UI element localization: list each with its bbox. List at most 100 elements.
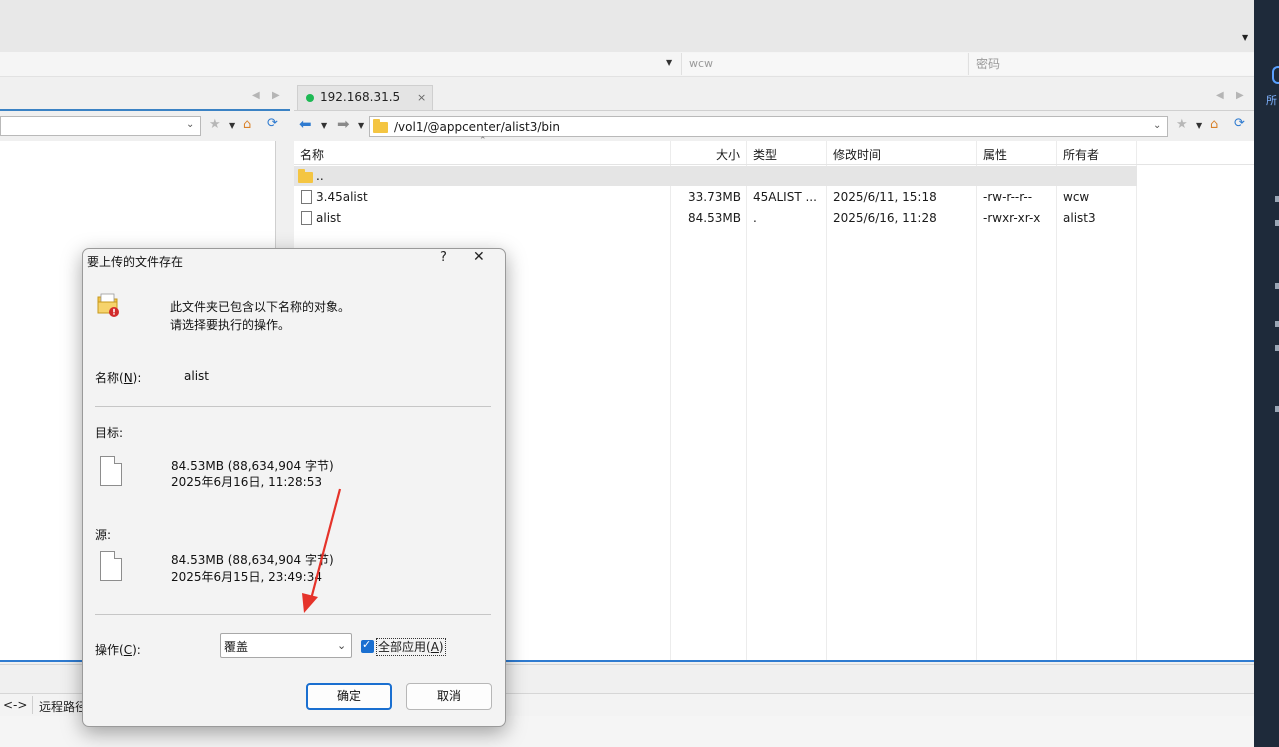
folder-icon: [298, 169, 313, 183]
apply-all-label-suffix: ): [438, 640, 444, 654]
name-label-suffix: ):: [132, 371, 142, 385]
home-icon[interactable]: ⌂: [243, 117, 251, 132]
action-label-suffix: ):: [132, 643, 141, 657]
file-icon: [301, 211, 312, 225]
source-label: 源:: [95, 528, 112, 542]
name-value: alist: [184, 369, 209, 383]
file-name: 3.45alist: [316, 190, 368, 204]
parent-directory-row[interactable]: [294, 166, 1137, 186]
column-header-type[interactable]: 类型: [753, 146, 777, 163]
name-label-prefix: 名称(: [95, 371, 124, 385]
checkmark-icon: ✓: [362, 638, 372, 651]
dialog-title: 要上传的文件存在: [87, 255, 184, 269]
host-dropdown-arrow-icon[interactable]: ▼: [666, 58, 672, 67]
target-file-icon: [100, 456, 122, 486]
refresh-icon[interactable]: ⟳: [267, 116, 278, 131]
password-field[interactable]: 密码: [968, 53, 1254, 75]
back-dropdown-icon[interactable]: ▼: [321, 121, 327, 130]
remote-path-dropdown-icon[interactable]: ⌄: [1153, 120, 1161, 131]
tab-scroll-left-icon[interactable]: ◀: [1216, 90, 1224, 101]
local-path-input[interactable]: [0, 116, 201, 136]
bookmark-star-icon[interactable]: ★: [1176, 117, 1188, 132]
toolbar-area: [0, 0, 1254, 52]
direction-column-header[interactable]: <->: [3, 698, 27, 712]
folder-icon: [373, 119, 388, 133]
side-app-strip: 所: [1254, 0, 1279, 747]
source-file-icon: [100, 551, 122, 581]
action-label: 操作(C):: [95, 641, 141, 658]
column-header-attributes[interactable]: 属性: [983, 146, 1007, 163]
apply-all-label-prefix: 全部应用(: [378, 640, 431, 654]
file-size: 33.73MB: [688, 190, 741, 204]
tab-close-icon[interactable]: ×: [417, 91, 426, 104]
folder-warning-icon: [97, 293, 119, 317]
side-marker-icon: [1275, 406, 1279, 412]
column-header-modified[interactable]: 修改时间: [833, 146, 881, 163]
column-header-size[interactable]: 大小: [716, 146, 740, 163]
file-name: alist: [316, 211, 341, 225]
tab-scroll-left-icon[interactable]: ◀: [252, 90, 260, 101]
name-label: 名称(N):: [95, 369, 141, 386]
remote-tab-underline: [294, 110, 1254, 111]
remote-path-text: /vol1/@appcenter/alist3/bin: [394, 120, 560, 134]
side-marker-icon: [1275, 196, 1279, 202]
ok-button[interactable]: 确定: [306, 683, 392, 710]
forward-dropdown-icon[interactable]: ▼: [358, 121, 364, 130]
tab-remote-session-label: 192.168.31.5: [320, 90, 401, 104]
file-attributes: -rw-r--r--: [983, 190, 1033, 204]
file-owner: alist3: [1063, 211, 1096, 225]
remote-path-column-header[interactable]: 远程路径: [39, 698, 87, 715]
action-label-key: C: [123, 643, 133, 657]
tab-scroll-right-icon[interactable]: ▶: [272, 90, 280, 101]
annotation-arrow-icon: [302, 488, 342, 613]
username-field[interactable]: wcw: [681, 53, 967, 75]
side-marker-icon: [1275, 345, 1279, 351]
dialog-close-icon[interactable]: ✕: [473, 249, 485, 265]
refresh-icon[interactable]: ⟳: [1234, 116, 1245, 131]
file-attributes: -rwxr-xr-x: [983, 211, 1041, 225]
file-size: 84.53MB: [688, 211, 741, 225]
bookmark-star-icon[interactable]: ★: [209, 117, 221, 132]
side-marker-icon: [1275, 220, 1279, 226]
side-marker-icon: [1275, 283, 1279, 289]
tab-scroll-right-icon[interactable]: ▶: [1236, 90, 1244, 101]
side-app-label[interactable]: 所: [1266, 92, 1277, 108]
help-button[interactable]: ?: [440, 250, 447, 265]
bookmark-dropdown-icon[interactable]: ▼: [229, 121, 235, 130]
target-label: 目标:: [95, 426, 124, 440]
file-modified: 2025/6/16, 11:28: [833, 211, 937, 225]
chevron-down-icon[interactable]: ⌄: [337, 639, 346, 652]
file-type: .: [753, 211, 757, 225]
side-app-icon[interactable]: [1272, 66, 1279, 84]
file-owner: wcw: [1063, 190, 1090, 204]
back-arrow-icon[interactable]: ⬅: [299, 115, 312, 133]
local-tab-underline: [0, 109, 290, 111]
file-modified: 2025/6/11, 15:18: [833, 190, 937, 204]
name-label-key: N: [123, 371, 133, 385]
action-label-prefix: 操作(: [95, 643, 124, 657]
side-marker-icon: [1275, 321, 1279, 327]
sort-indicator-icon: ⌃: [479, 136, 487, 146]
column-divider: [32, 696, 33, 714]
bookmark-dropdown-icon[interactable]: ▼: [1196, 121, 1202, 130]
parent-directory-label: ..: [316, 169, 324, 183]
apply-all-label[interactable]: 全部应用(A): [376, 638, 446, 656]
apply-all-label-key: A: [430, 640, 439, 654]
home-icon[interactable]: ⌂: [1210, 117, 1218, 132]
column-header-name[interactable]: 名称: [300, 146, 324, 163]
local-tab-row: [0, 84, 290, 110]
file-type: 45ALIST ...: [753, 190, 817, 204]
file-icon: [301, 190, 312, 204]
cancel-button[interactable]: 取消: [406, 683, 492, 710]
header-divider: [294, 164, 1254, 165]
dialog-message-line2: 请选择要执行的操作。: [170, 318, 291, 332]
action-select-value: 覆盖: [224, 640, 249, 654]
dialog-message-line1: 此文件夹已包含以下名称的对象。: [170, 300, 351, 314]
target-size: 84.53MB (88,634,904 字节): [171, 459, 334, 473]
column-header-owner[interactable]: 所有者: [1063, 146, 1099, 163]
connection-status-icon: [306, 94, 314, 102]
local-path-dropdown-icon[interactable]: ⌄: [186, 119, 194, 130]
dialog-separator: [95, 406, 491, 407]
forward-arrow-icon[interactable]: ➡: [337, 115, 350, 133]
toolbar-overflow-arrow-icon[interactable]: ▼: [1242, 33, 1248, 42]
